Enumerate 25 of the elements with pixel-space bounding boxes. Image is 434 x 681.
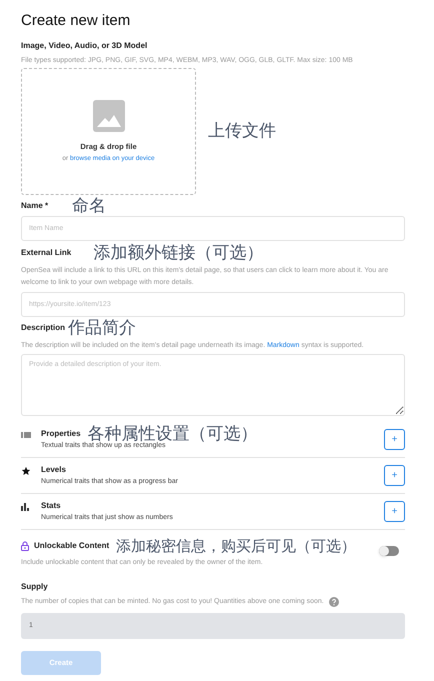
annotation: 添加秘密信息，购买后可见（可选） [116, 536, 356, 556]
annotation: 上传文件 [208, 120, 276, 140]
field-label: Unlockable Content [34, 540, 110, 552]
annotation: 添加额外链接（可选） [93, 243, 264, 263]
page-title: Create new item [21, 12, 132, 30]
trait-title: Properties [41, 428, 81, 440]
image-placeholder-icon [92, 100, 124, 132]
lock-icon [21, 541, 29, 551]
add-button[interactable]: + [384, 501, 405, 522]
toggle-switch[interactable] [379, 546, 399, 556]
field-label: External Link [21, 247, 72, 259]
field-label: Name * [21, 200, 48, 212]
list-icon [21, 432, 31, 438]
trait-title: Levels [41, 464, 66, 476]
star-icon [21, 466, 31, 476]
field-label: Image, Video, Audio, or 3D Model [21, 40, 148, 52]
field-label: Description [21, 322, 66, 334]
annotation: 作品简介 [68, 318, 136, 338]
help-icon[interactable] [328, 597, 339, 608]
add-button[interactable]: + [384, 429, 405, 450]
field-label: Supply [21, 581, 49, 593]
bar-chart-icon [21, 502, 30, 510]
add-button[interactable]: + [384, 465, 405, 486]
annotation: 命名 [72, 196, 106, 216]
trait-title: Stats [41, 500, 61, 512]
